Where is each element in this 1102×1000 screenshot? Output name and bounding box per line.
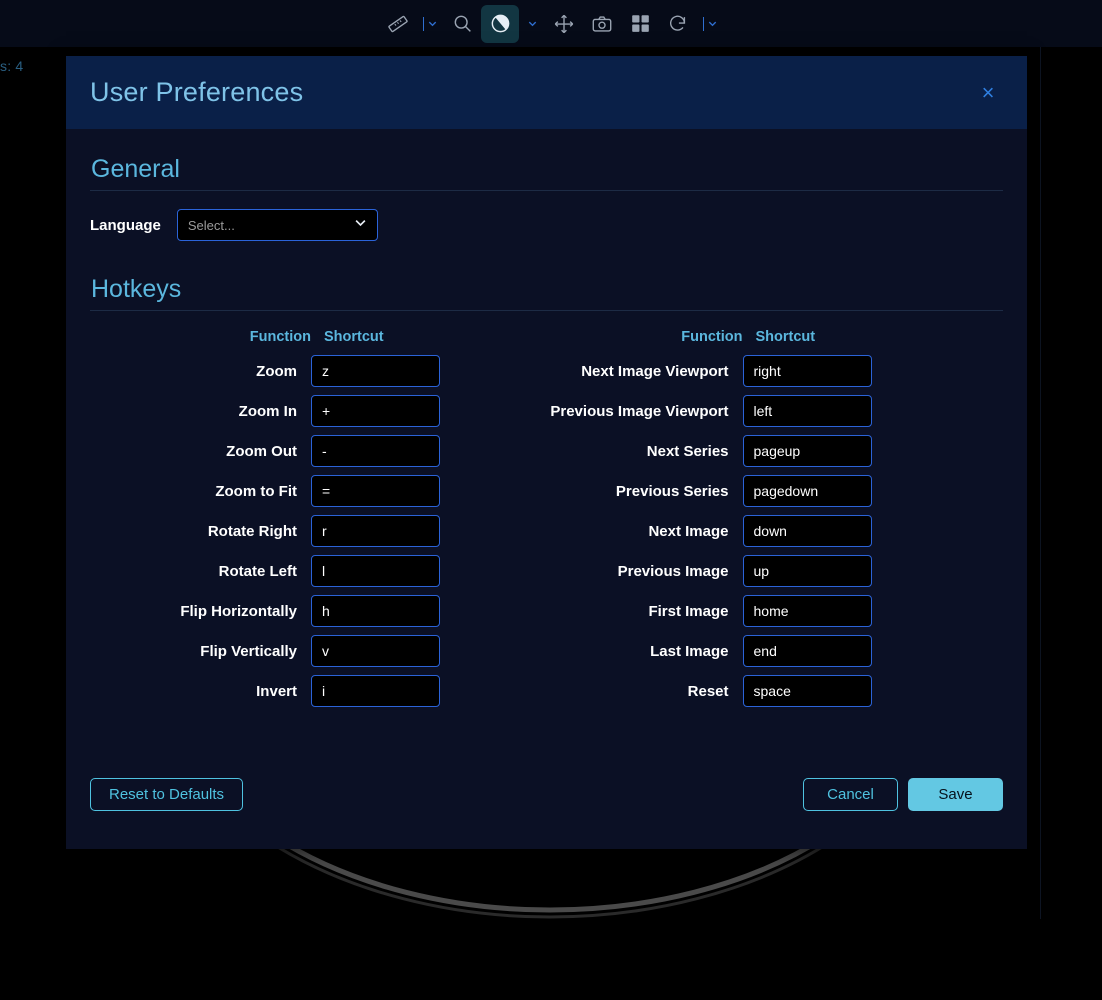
hotkey-row: Next Series: [547, 435, 1004, 467]
hotkey-row: Rotate Left: [90, 555, 547, 587]
hotkey-shortcut-input[interactable]: [743, 395, 872, 427]
user-preferences-dialog: User Preferences × General Language Sele…: [66, 56, 1027, 849]
hotkey-function-label: Next Series: [547, 443, 743, 460]
layout-icon[interactable]: [621, 5, 659, 43]
hotkey-row: Flip Horizontally: [90, 595, 547, 627]
hotkey-function-label: Zoom: [90, 363, 311, 380]
hotkey-shortcut-input[interactable]: [743, 355, 872, 387]
hotkeys-left-column: Function Shortcut Zoom Zoom In Zoom Out Zoo…: [90, 329, 547, 715]
hotkey-function-label: Zoom In: [90, 403, 311, 420]
hotkeys-right-shortcut-header: Shortcut: [743, 329, 816, 345]
hotkeys-right-function-header: Function: [547, 329, 743, 345]
hotkey-shortcut-input[interactable]: [311, 395, 440, 427]
hotkey-shortcut-input[interactable]: [311, 435, 440, 467]
window-level-split-chevron-icon[interactable]: [519, 5, 545, 43]
hotkeys-left-function-header: Function: [90, 329, 311, 345]
reset-to-defaults-button[interactable]: Reset to Defaults: [90, 778, 243, 811]
hotkeys-section-divider: [90, 310, 1003, 311]
hotkeys-left-shortcut-header: Shortcut: [311, 329, 384, 345]
general-section-divider: [90, 190, 1003, 191]
hotkey-shortcut-input[interactable]: [311, 515, 440, 547]
hotkeys-right-column: Function Shortcut Next Image Viewport Pre…: [547, 329, 1004, 715]
close-icon[interactable]: ×: [973, 78, 1003, 108]
hotkeys-table: Function Shortcut Zoom Zoom In Zoom Out Zoo…: [90, 329, 1003, 715]
reset-icon[interactable]: [659, 5, 697, 43]
hotkey-function-label: Previous Series: [547, 483, 743, 500]
capture-icon[interactable]: [583, 5, 621, 43]
window-level-icon[interactable]: [481, 5, 519, 43]
general-section-heading: General: [90, 155, 1003, 184]
hotkey-row: Previous Image: [547, 555, 1004, 587]
hotkey-shortcut-input[interactable]: [743, 555, 872, 587]
dialog-header: User Preferences ×: [66, 56, 1027, 129]
hotkey-row: Invert: [90, 675, 547, 707]
hotkey-function-label: Last Image: [547, 643, 743, 660]
hotkey-row: First Image: [547, 595, 1004, 627]
language-select[interactable]: Select...: [177, 209, 378, 241]
hotkeys-section-heading: Hotkeys: [90, 275, 1003, 304]
hotkey-shortcut-input[interactable]: [743, 435, 872, 467]
hotkey-row: Zoom In: [90, 395, 547, 427]
hotkey-function-label: Previous Image: [547, 563, 743, 580]
hotkey-shortcut-input[interactable]: [311, 355, 440, 387]
hotkey-shortcut-input[interactable]: [311, 635, 440, 667]
hotkey-function-label: Zoom to Fit: [90, 483, 311, 500]
language-select-placeholder: Select...: [188, 218, 235, 233]
hotkey-row: Previous Series: [547, 475, 1004, 507]
hotkey-shortcut-input[interactable]: [743, 635, 872, 667]
pan-icon[interactable]: [545, 5, 583, 43]
language-row: Language Select...: [90, 209, 1003, 241]
reset-split-chevron-icon[interactable]: [697, 5, 723, 43]
hotkey-function-label: Rotate Left: [90, 563, 311, 580]
hotkey-row: Last Image: [547, 635, 1004, 667]
chevron-down-icon: [353, 215, 368, 235]
hotkey-row: Reset: [547, 675, 1004, 707]
save-button[interactable]: Save: [908, 778, 1003, 811]
viewer-toolbar: [0, 0, 1102, 47]
hotkey-shortcut-input[interactable]: [311, 475, 440, 507]
hotkey-shortcut-input[interactable]: [311, 555, 440, 587]
language-label: Language: [90, 217, 161, 234]
length-split-chevron-icon[interactable]: [417, 5, 443, 43]
hotkey-row: Next Image: [547, 515, 1004, 547]
dialog-body: General Language Select... Hotkeys Funct…: [66, 129, 1027, 715]
hotkey-shortcut-input[interactable]: [743, 515, 872, 547]
hotkey-function-label: Flip Vertically: [90, 643, 311, 660]
hotkey-row: Rotate Right: [90, 515, 547, 547]
hotkeys-left-header: Function Shortcut: [90, 329, 547, 345]
hotkey-function-label: Rotate Right: [90, 523, 311, 540]
hotkey-function-label: Zoom Out: [90, 443, 311, 460]
hotkey-shortcut-input[interactable]: [311, 675, 440, 707]
zoom-icon[interactable]: [443, 5, 481, 43]
hotkey-row: Zoom Out: [90, 435, 547, 467]
hotkey-row: Zoom: [90, 355, 547, 387]
hotkey-shortcut-input[interactable]: [743, 595, 872, 627]
viewport-image-count: s: 4: [0, 58, 23, 74]
hotkey-row: Previous Image Viewport: [547, 395, 1004, 427]
hotkey-row: Next Image Viewport: [547, 355, 1004, 387]
hotkey-function-label: Next Image: [547, 523, 743, 540]
hotkey-function-label: Next Image Viewport: [547, 363, 743, 380]
hotkey-row: Flip Vertically: [90, 635, 547, 667]
hotkey-function-label: Invert: [90, 683, 311, 700]
hotkey-row: Zoom to Fit: [90, 475, 547, 507]
hotkey-function-label: Flip Horizontally: [90, 603, 311, 620]
hotkey-shortcut-input[interactable]: [311, 595, 440, 627]
hotkey-function-label: Reset: [547, 683, 743, 700]
dialog-footer: Reset to Defaults Cancel Save: [66, 761, 1027, 849]
hotkey-function-label: First Image: [547, 603, 743, 620]
length-icon[interactable]: [379, 5, 417, 43]
hotkey-function-label: Previous Image Viewport: [547, 403, 743, 420]
cancel-button[interactable]: Cancel: [803, 778, 898, 811]
dialog-title: User Preferences: [90, 77, 303, 108]
hotkey-shortcut-input[interactable]: [743, 675, 872, 707]
hotkey-shortcut-input[interactable]: [743, 475, 872, 507]
hotkeys-right-header: Function Shortcut: [547, 329, 1004, 345]
viewport-divider: [1040, 47, 1041, 919]
